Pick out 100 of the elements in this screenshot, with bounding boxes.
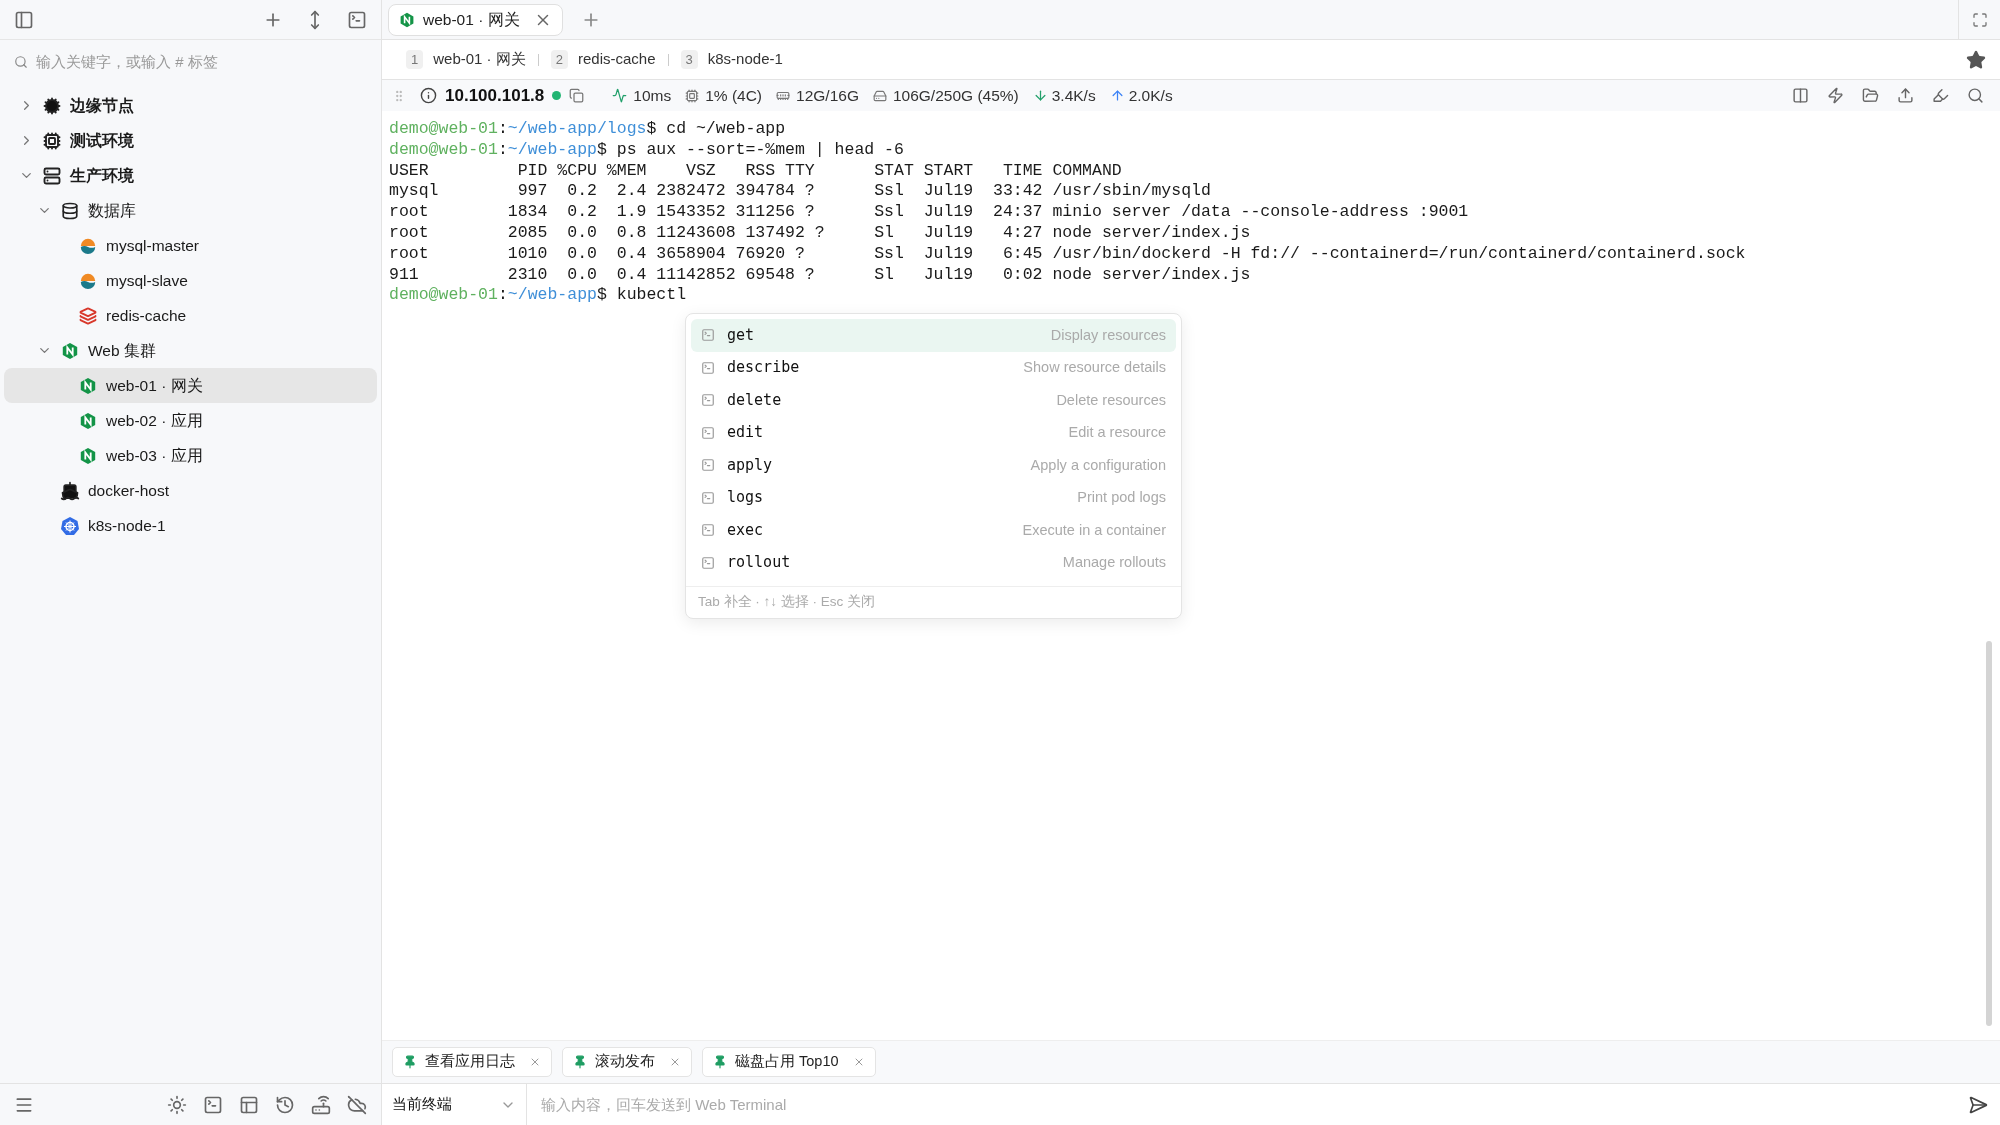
- command-input[interactable]: 输入内容，回车发送到 Web Terminal: [527, 1084, 1968, 1125]
- tree-item[interactable]: web-03 · 应用: [4, 438, 377, 473]
- lightning-icon[interactable]: [1827, 87, 1844, 104]
- command-description: Print pod logs: [1077, 488, 1166, 508]
- hexagon-icon: [79, 411, 97, 430]
- close-icon[interactable]: [669, 1056, 681, 1068]
- index-badge: 1: [406, 49, 424, 70]
- terminal-icon[interactable]: [203, 1094, 223, 1115]
- ship-icon: [60, 480, 80, 501]
- recent-tab[interactable]: 2 redis-cache: [550, 48, 656, 71]
- prompt-line: demo@web-01:~/web-app$ kubectl: [389, 285, 687, 307]
- tree-item[interactable]: 数据库: [4, 193, 377, 228]
- search-icon[interactable]: [1967, 87, 1984, 104]
- arrow-down-icon: [1032, 88, 1048, 103]
- pin-icon: [713, 1055, 727, 1069]
- recent-tab-label: redis-cache: [578, 49, 656, 70]
- sun-icon[interactable]: [167, 1094, 187, 1115]
- output-line: root 1834 0.2 1.9 1543352 311256 ? Ssl Jul19 24:37 minio server /data --console-address :9001: [389, 202, 1469, 223]
- router-icon[interactable]: [311, 1094, 331, 1115]
- split-icon[interactable]: [1792, 87, 1809, 104]
- tree-item[interactable]: Web 集群: [4, 333, 377, 368]
- tree-item[interactable]: web-01 · 网关: [4, 368, 377, 403]
- terminal-icon: [701, 490, 715, 505]
- sea-wave-icon: [79, 236, 97, 255]
- recent-tab[interactable]: 3 k8s-node-1: [680, 48, 783, 71]
- output-line: root 2085 0.0 0.8 11243608 137492 ? Sl Jul19 4:27 node server/index.js: [389, 223, 1251, 244]
- command-description: Manage rollouts: [1062, 553, 1166, 573]
- history-icon[interactable]: [275, 1094, 295, 1115]
- tree-item[interactable]: redis-cache: [4, 298, 377, 333]
- tree-item[interactable]: mysql-slave: [4, 263, 377, 298]
- sea-wave-icon: [79, 271, 97, 290]
- session-tab[interactable]: web-01 · 网关: [388, 3, 563, 36]
- tree-item[interactable]: 测试环境: [4, 123, 377, 158]
- cloud-off-icon[interactable]: [347, 1094, 367, 1115]
- output-line: mysql 997 0.2 2.4 2382472 394784 ? Ssl Jul19 33:42 /usr/sbin/mysqld: [389, 181, 1211, 203]
- completion-item[interactable]: rollout Manage rollouts: [691, 546, 1176, 579]
- command-description: Execute in a container: [1022, 520, 1166, 540]
- hexagon-icon: [79, 446, 97, 465]
- pulse-icon: [612, 88, 628, 103]
- index-badge: 3: [680, 49, 698, 70]
- tree-item[interactable]: mysql-master: [4, 228, 377, 263]
- completion-item[interactable]: apply Apply a configuration: [691, 449, 1176, 482]
- star-icon[interactable]: [1966, 49, 1986, 70]
- tree-label: mysql-slave: [106, 270, 188, 291]
- completion-item[interactable]: delete Delete resources: [691, 384, 1176, 417]
- tree-item[interactable]: 边缘节点: [4, 88, 377, 123]
- upload-icon[interactable]: [1897, 87, 1914, 104]
- cpu-usage: 1% (4C): [705, 85, 763, 106]
- recent-tab-label: web-01 · 网关: [433, 49, 526, 70]
- target-select[interactable]: 当前终端: [382, 1084, 527, 1125]
- terminal-icon: [701, 523, 715, 538]
- command-name: apply: [727, 454, 773, 476]
- terminal-icon: [701, 328, 715, 343]
- index-badge: 2: [550, 49, 568, 70]
- tree-item[interactable]: web-02 · 应用: [4, 403, 377, 438]
- info-icon[interactable]: [420, 87, 437, 104]
- tree-label: web-01 · 网关: [106, 375, 203, 396]
- folder-icon[interactable]: [1862, 87, 1879, 104]
- quick-command-chip[interactable]: 查看应用日志: [392, 1047, 552, 1077]
- quick-command-chip[interactable]: 磁盘占用 Top10: [702, 1047, 876, 1077]
- terminal-icon: [701, 393, 715, 408]
- layout-icon[interactable]: [239, 1094, 259, 1115]
- completion-item[interactable]: describe Show resource details: [691, 351, 1176, 384]
- tree-item[interactable]: docker-host: [4, 473, 377, 508]
- tree-label: 生产环境: [70, 165, 134, 186]
- hexagon-icon: [79, 376, 97, 395]
- search-field[interactable]: 输入关键字，或输入 # 标签: [36, 50, 367, 74]
- command-name: describe: [727, 357, 800, 379]
- recent-tab[interactable]: 1 web-01 · 网关: [406, 48, 526, 71]
- completion-item[interactable]: edit Edit a resource: [691, 416, 1176, 449]
- terminal-icon: [701, 425, 715, 440]
- command-name: rollout: [727, 552, 791, 574]
- prompt-line: demo@web-01:~/web-app/logs$ cd ~/web-app: [389, 119, 786, 140]
- scrollbar[interactable]: [1986, 641, 1992, 1026]
- command-name: edit: [727, 422, 764, 444]
- close-icon[interactable]: [529, 1056, 541, 1068]
- fullscreen-icon[interactable]: [1971, 11, 1988, 28]
- tree-item[interactable]: k8s-node-1: [4, 508, 377, 543]
- wheel-icon: [60, 515, 80, 536]
- tree-item[interactable]: 生产环境: [4, 158, 377, 193]
- hexagon-icon: [61, 341, 79, 360]
- pin-icon: [403, 1055, 417, 1069]
- highlighter-icon[interactable]: [1932, 87, 1949, 104]
- quick-command-chip[interactable]: 滚动发布: [562, 1047, 692, 1077]
- send-icon[interactable]: [1968, 1094, 1988, 1115]
- completion-item[interactable]: get Display resources: [691, 319, 1176, 352]
- tree-label: 测试环境: [70, 130, 134, 151]
- output-line: 911 2310 0.0 0.4 11142852 69548 ? Sl Jul19 0:02 node server/index.js: [389, 264, 1251, 286]
- terminal-icon[interactable]: [347, 9, 367, 30]
- chip-icon: [685, 88, 700, 103]
- recent-tab-label: k8s-node-1: [707, 49, 783, 70]
- download-rate: 3.4K/s: [1051, 85, 1096, 106]
- copy-icon[interactable]: [569, 88, 585, 103]
- command-description: Delete resources: [1056, 390, 1166, 410]
- sidebar-toggle-icon[interactable]: [14, 9, 34, 30]
- terminal-icon: [701, 555, 715, 570]
- command-description: Edit a resource: [1068, 423, 1166, 443]
- completion-item[interactable]: logs Print pod logs: [691, 481, 1176, 514]
- completion-item[interactable]: exec Execute in a container: [691, 514, 1176, 547]
- chip-icon: [43, 131, 61, 150]
